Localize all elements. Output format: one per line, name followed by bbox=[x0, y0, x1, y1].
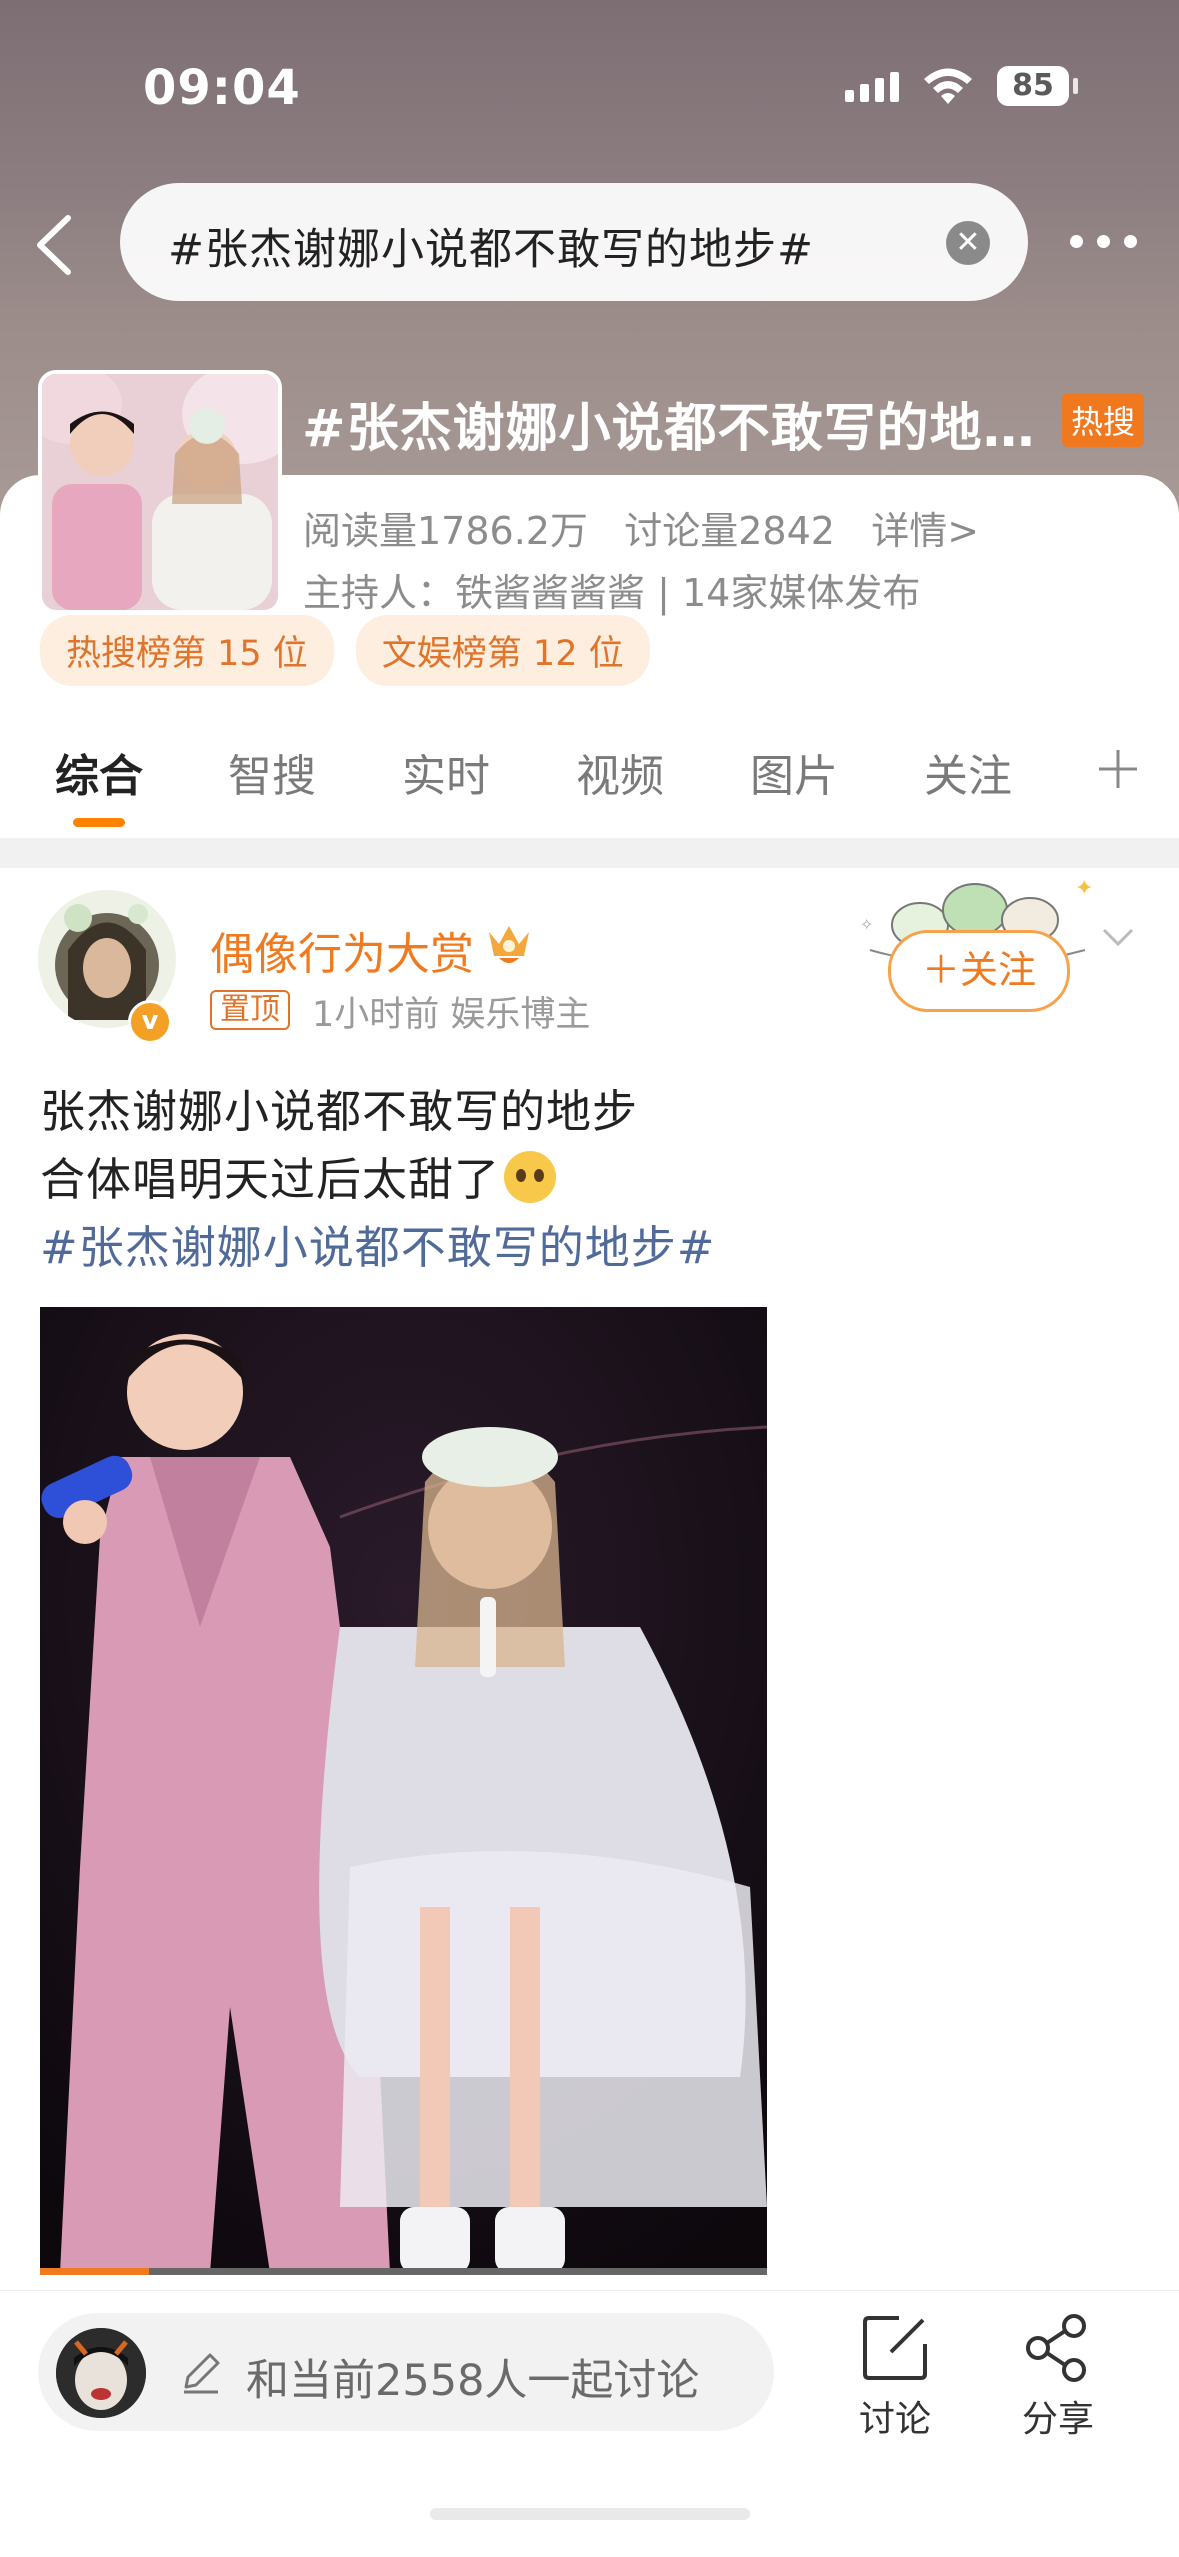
topic-cover-image bbox=[38, 370, 282, 614]
svg-text:✦: ✦ bbox=[1075, 876, 1093, 901]
discussion-count: 讨论量2842 bbox=[624, 509, 835, 553]
home-indicator bbox=[430, 2508, 750, 2520]
search-input[interactable]: #张杰谢娜小说都不敢写的地步# bbox=[168, 215, 814, 277]
section-divider bbox=[0, 838, 1179, 868]
battery-indicator: 85 bbox=[997, 66, 1069, 106]
current-user-avatar[interactable] bbox=[56, 2328, 146, 2418]
post-text-line-1: 张杰谢娜小说都不敢写的地步 bbox=[40, 1085, 639, 1138]
post-text-line-2-content: 合体唱明天过后太甜了 bbox=[40, 1153, 501, 1206]
add-tab-icon[interactable] bbox=[1095, 746, 1141, 792]
discuss-button[interactable]: 讨论 bbox=[845, 2312, 945, 2442]
tab-smart-search[interactable]: 智搜 bbox=[228, 740, 316, 804]
chevron-down-icon[interactable] bbox=[1098, 922, 1138, 952]
battery-cap bbox=[1073, 78, 1078, 94]
wifi-icon bbox=[924, 68, 972, 104]
video-progress-bar[interactable] bbox=[40, 2268, 767, 2275]
topic-stats: 阅读量1786.2万 讨论量2842 详情> bbox=[303, 500, 979, 555]
topic-host[interactable]: 主持人：铁酱酱酱酱 | 14家媒体发布 bbox=[303, 562, 920, 617]
topic-title: #张杰谢娜小说都不敢写的地步# bbox=[302, 399, 1052, 459]
svg-text:✧: ✧ bbox=[860, 915, 873, 934]
share-label: 分享 bbox=[1021, 2399, 1094, 2440]
active-tab-indicator bbox=[73, 818, 125, 827]
back-arrow-icon[interactable] bbox=[30, 210, 80, 280]
details-link[interactable]: 详情> bbox=[871, 509, 979, 553]
cellular-signal-icon bbox=[845, 72, 899, 102]
share-icon bbox=[1026, 2314, 1086, 2382]
follow-button[interactable]: ＋关注 bbox=[888, 930, 1070, 1012]
tab-bar: 综合 智搜 实时 视频 图片 关注 bbox=[0, 740, 1179, 830]
video-progress-fill bbox=[40, 2268, 150, 2275]
tab-pictures[interactable]: 图片 bbox=[750, 740, 838, 804]
post-text-line-2: 合体唱明天过后太甜了 bbox=[40, 1143, 557, 1208]
read-count: 阅读量1786.2万 bbox=[303, 509, 588, 553]
pinned-label: 置顶 bbox=[210, 990, 290, 1030]
tab-realtime[interactable]: 实时 bbox=[402, 740, 490, 804]
clear-search-icon[interactable]: ✕ bbox=[946, 221, 990, 265]
tab-comprehensive[interactable]: 综合 bbox=[55, 740, 143, 804]
post-hashtag-link[interactable]: #张杰谢娜小说都不敢写的地步# bbox=[40, 1211, 715, 1276]
more-options-icon[interactable] bbox=[1070, 235, 1137, 248]
author-name[interactable]: 偶像行为大赏 bbox=[210, 918, 474, 982]
pencil-icon bbox=[184, 2353, 220, 2394]
tab-video[interactable]: 视频 bbox=[576, 740, 664, 804]
pleading-face-emoji-icon bbox=[504, 1151, 557, 1203]
tab-following[interactable]: 关注 bbox=[924, 740, 1012, 804]
discuss-label: 讨论 bbox=[858, 2399, 931, 2440]
search-bar[interactable]: #张杰谢娜小说都不敢写的地步# ✕ bbox=[120, 183, 1028, 301]
edit-discuss-icon bbox=[863, 2316, 927, 2380]
verified-badge-icon: v bbox=[128, 1000, 172, 1044]
ranking-chips: 热搜榜第 15 位 文娱榜第 12 位 bbox=[40, 615, 650, 686]
comment-input-placeholder[interactable]: 和当前2558人一起讨论 bbox=[246, 2346, 699, 2408]
entertainment-rank-chip[interactable]: 文娱榜第 12 位 bbox=[355, 615, 650, 686]
hot-search-rank-chip[interactable]: 热搜榜第 15 位 bbox=[40, 615, 334, 686]
post-meta: 1小时前 娱乐博主 bbox=[312, 995, 591, 1035]
status-bar: 09:04 85 bbox=[0, 58, 1179, 118]
share-button[interactable]: 分享 bbox=[1008, 2312, 1108, 2442]
post-video-thumbnail[interactable] bbox=[40, 1307, 767, 2273]
status-time: 09:04 bbox=[143, 60, 301, 116]
fan-badge-icon bbox=[489, 926, 529, 963]
hot-search-badge: 热搜 bbox=[1062, 393, 1145, 447]
